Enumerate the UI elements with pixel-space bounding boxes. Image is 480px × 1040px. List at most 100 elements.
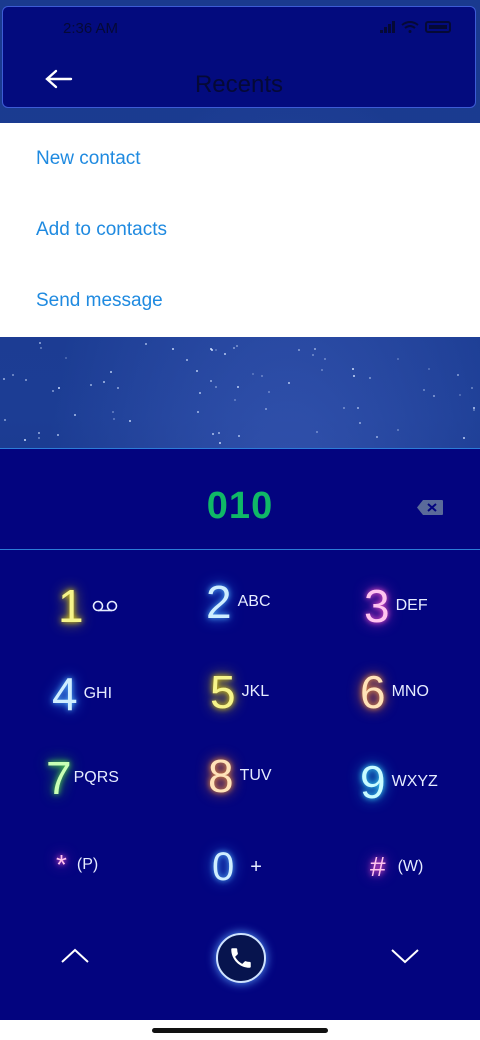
top-app-bar: 2:36 AM Recents — [2, 6, 476, 108]
star-dot — [298, 349, 301, 352]
star-dot — [4, 419, 7, 422]
menu-item-send-message[interactable]: Send message — [0, 265, 480, 336]
star-dot — [321, 369, 324, 372]
key-1[interactable]: 1 — [58, 583, 118, 629]
backspace-icon[interactable] — [416, 499, 444, 516]
star-dot — [397, 357, 399, 360]
star-dot — [57, 386, 60, 389]
star-dot — [236, 345, 239, 348]
status-time: 2:36 AM — [63, 20, 119, 37]
star-dot — [428, 367, 431, 370]
star-dot — [198, 392, 201, 395]
key-hash[interactable]: # (W) — [370, 853, 423, 881]
dialer-panel: 010 1 2 ABC 3 DEF 4 GHI 5 JKL 6 MNO 7 PQ… — [0, 448, 480, 1021]
star-dot — [39, 347, 42, 350]
menu-item-add-to-contacts[interactable]: Add to contacts — [0, 194, 480, 265]
key-letters: ABC — [237, 593, 271, 610]
star-dot — [267, 391, 270, 394]
key-3[interactable]: 3 DEF — [364, 583, 428, 629]
star-dot — [112, 410, 115, 413]
wifi-icon — [401, 21, 419, 33]
phone-icon — [231, 948, 251, 968]
star-dot — [110, 371, 113, 374]
key-digit: 2 — [206, 576, 232, 628]
key-letters: JKL — [241, 683, 270, 700]
chevron-up-icon[interactable] — [60, 947, 90, 965]
key-digit: 6 — [360, 666, 386, 718]
star-dot — [261, 374, 264, 377]
key-letters: PQRS — [73, 769, 119, 786]
key-5[interactable]: 5 JKL — [210, 669, 269, 715]
star-dot — [23, 438, 26, 441]
star-dot — [11, 373, 14, 376]
key-8[interactable]: 8 TUV — [208, 753, 272, 799]
key-letters: TUV — [239, 767, 272, 784]
menu-item-new-contact[interactable]: New contact — [0, 123, 480, 194]
star-dot — [252, 373, 255, 376]
key-9[interactable]: 9 WXYZ — [360, 759, 438, 805]
star-dot — [3, 377, 6, 380]
star-dot — [129, 420, 132, 423]
key-star[interactable]: * (P) — [56, 851, 98, 879]
dialed-number: 010 — [206, 485, 274, 527]
key-digit: 9 — [360, 756, 386, 808]
key-letters: (W) — [397, 858, 424, 875]
key-6[interactable]: 6 MNO — [360, 669, 429, 715]
star-dot — [38, 437, 41, 440]
chevron-down-icon[interactable] — [390, 947, 420, 965]
star-dot — [352, 368, 355, 370]
star-dot — [433, 395, 436, 398]
star-dot — [113, 418, 116, 421]
star-dot — [312, 354, 315, 357]
star-dot — [238, 435, 241, 438]
star-dot — [39, 342, 42, 345]
star-dot — [369, 376, 372, 379]
key-digit: # — [370, 851, 386, 882]
key-4[interactable]: 4 GHI — [52, 671, 112, 717]
star-dot — [197, 411, 200, 414]
star-dot — [219, 441, 222, 444]
star-dot — [145, 343, 148, 346]
star-dot — [358, 422, 361, 425]
key-digit: 4 — [52, 668, 78, 720]
key-letters: + — [250, 855, 262, 878]
key-digit: 8 — [208, 750, 234, 802]
star-dot — [185, 359, 188, 362]
star-dot — [52, 390, 55, 393]
star-dot — [37, 432, 40, 435]
number-display-row: 010 — [0, 449, 480, 550]
star-dot — [65, 357, 68, 360]
star-dot — [376, 436, 379, 439]
star-dot — [224, 353, 227, 356]
key-letters: DEF — [395, 597, 428, 614]
key-2[interactable]: 2 ABC — [206, 579, 271, 625]
star-dot — [288, 382, 291, 385]
key-7[interactable]: 7 PQRS — [46, 755, 119, 801]
star-dot — [265, 408, 268, 411]
star-dot — [236, 386, 239, 389]
call-button[interactable] — [216, 933, 266, 983]
key-digit: 0 — [212, 845, 235, 889]
key-letters: MNO — [391, 683, 429, 700]
star-dot — [102, 381, 105, 384]
page-title: Recents — [194, 71, 284, 98]
star-dot — [233, 346, 236, 349]
key-letters: GHI — [83, 685, 113, 702]
star-dot — [458, 394, 461, 397]
key-0[interactable]: 0 + — [212, 847, 262, 887]
star-dot — [315, 431, 318, 434]
star-dot — [462, 437, 465, 440]
star-dot — [342, 407, 345, 410]
star-dot — [323, 357, 326, 360]
battery-icon — [425, 21, 451, 33]
key-letters: WXYZ — [391, 773, 438, 790]
star-dot — [73, 414, 76, 417]
voicemail-icon — [92, 600, 117, 612]
star-dot — [116, 386, 119, 389]
star-dot — [215, 349, 218, 352]
status-icons — [380, 21, 451, 33]
star-dot — [215, 386, 218, 389]
star-dot — [397, 428, 400, 431]
home-indicator[interactable] — [152, 1028, 328, 1033]
star-dot — [473, 409, 476, 412]
